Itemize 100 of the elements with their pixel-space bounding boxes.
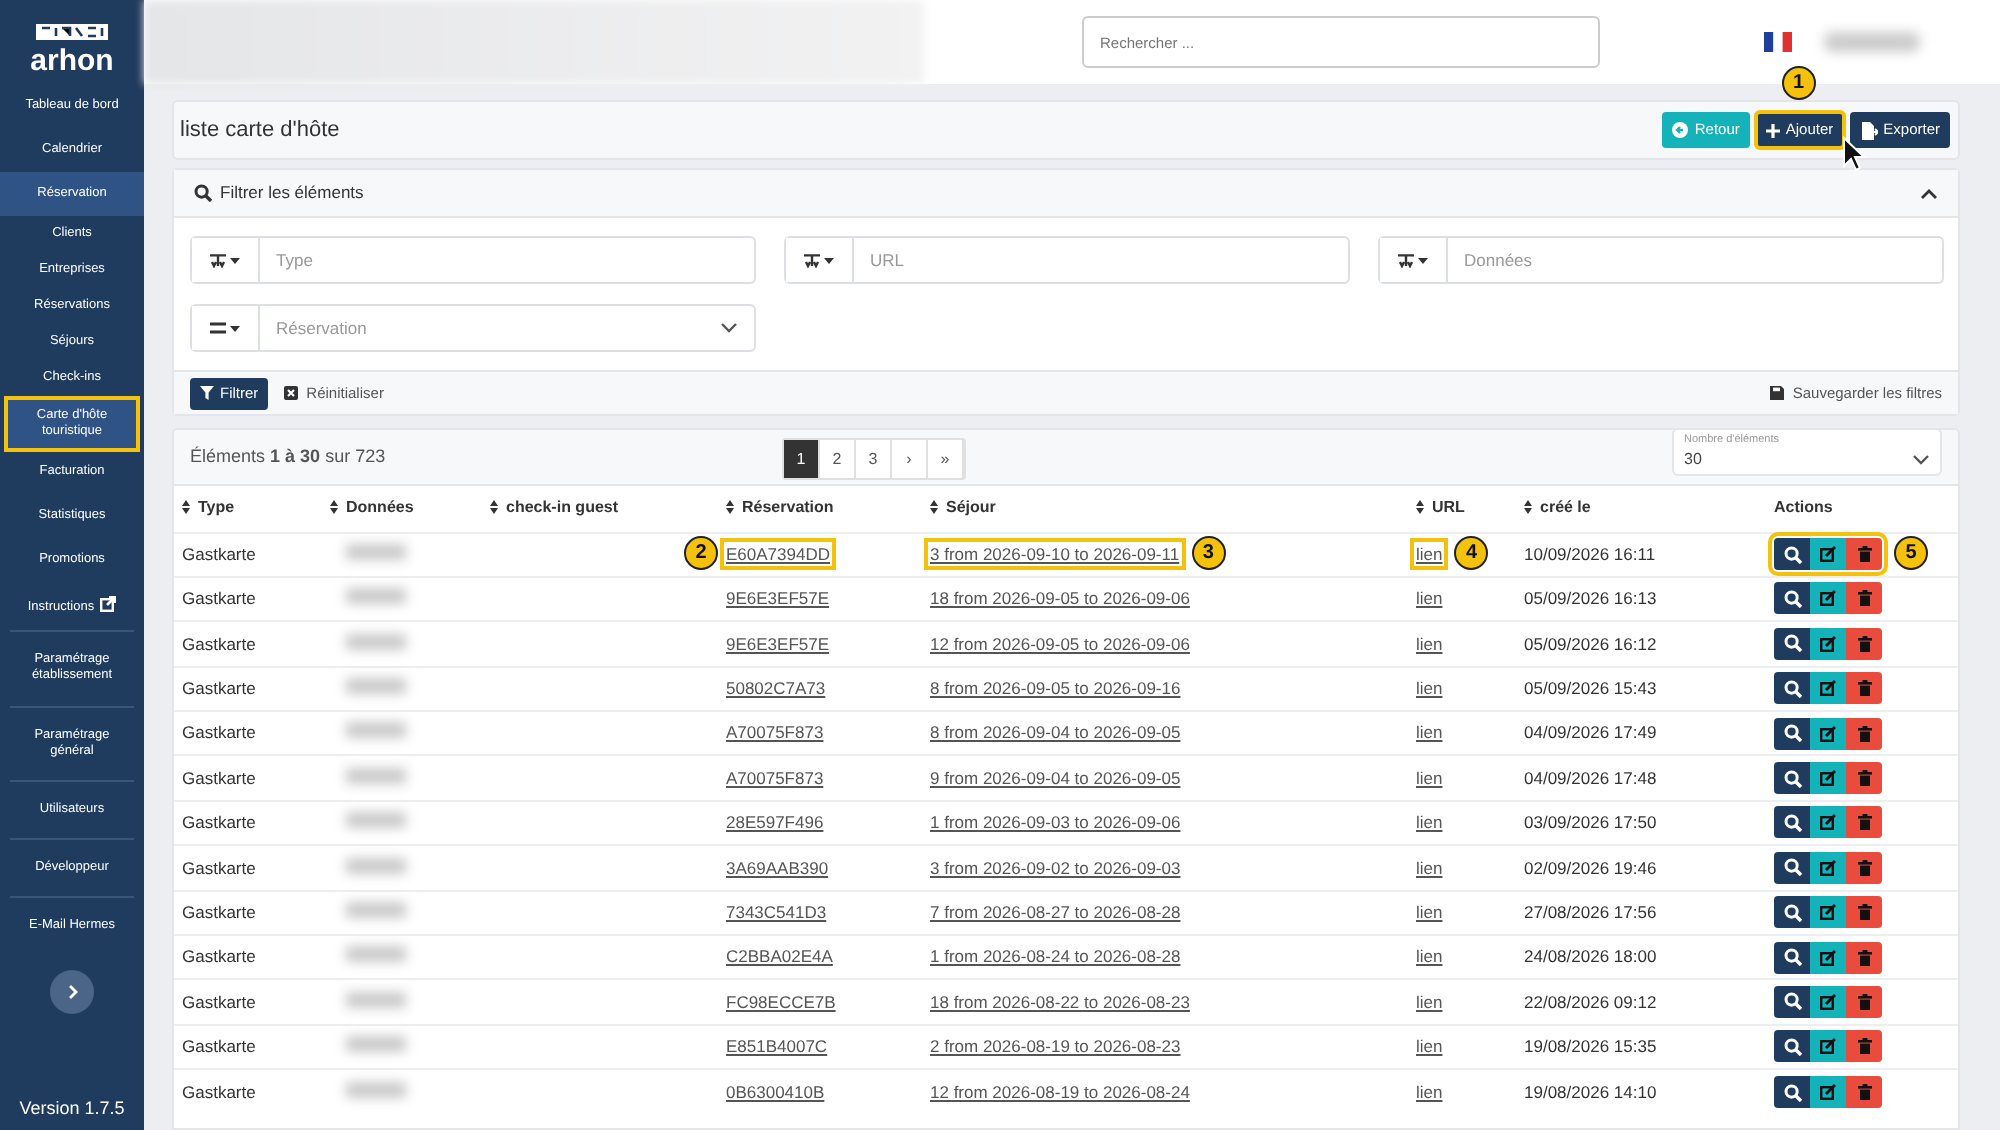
reservation-link[interactable]: 0B6300410B (726, 1081, 825, 1102)
reservation-link[interactable]: A70075F873 (726, 767, 824, 788)
operator-dropdown[interactable] (192, 238, 260, 282)
column-header[interactable]: URL (1416, 495, 1465, 519)
reservation-link[interactable]: FC98ECCE7B (726, 991, 836, 1012)
edit-button[interactable] (1810, 582, 1846, 615)
reservation-link[interactable]: A70075F873 (726, 722, 824, 743)
page-button[interactable]: 3 (856, 440, 892, 478)
reservation-link[interactable]: 28E597F496 (726, 812, 824, 833)
filter-field[interactable]: Données (1378, 236, 1944, 284)
view-button[interactable] (1774, 985, 1810, 1018)
reservation-link[interactable]: 3A69AAB390 (726, 857, 829, 878)
stay-link[interactable]: 12 from 2026-08-19 to 2026-08-24 (930, 1081, 1190, 1102)
filter-input-field[interactable]: Réservation (260, 306, 720, 350)
url-link[interactable]: lien (1416, 857, 1443, 878)
filter-input-field[interactable]: Données (1448, 238, 1942, 282)
delete-button[interactable] (1846, 941, 1882, 974)
url-link[interactable]: lien (1416, 946, 1443, 967)
url-link[interactable]: lien (1416, 633, 1443, 654)
stay-link[interactable]: 12 from 2026-09-05 to 2026-09-06 (930, 633, 1190, 654)
filter-field[interactable]: Type (190, 236, 756, 284)
column-header[interactable]: créé le (1524, 495, 1591, 519)
stay-link[interactable]: 3 from 2026-09-02 to 2026-09-03 (930, 857, 1181, 878)
stay-link[interactable]: 8 from 2026-09-05 to 2026-09-16 (930, 677, 1181, 698)
stay-link[interactable]: 3 from 2026-09-10 to 2026-09-11 (930, 543, 1180, 564)
view-button[interactable] (1774, 582, 1810, 615)
column-header[interactable]: Type (182, 495, 235, 519)
edit-button[interactable] (1810, 896, 1846, 929)
edit-button[interactable] (1810, 851, 1846, 884)
url-link[interactable]: lien (1416, 901, 1443, 922)
delete-button[interactable] (1846, 1030, 1882, 1063)
flag-icon[interactable] (1764, 32, 1792, 52)
delete-button[interactable] (1846, 582, 1882, 615)
delete-button[interactable] (1846, 851, 1882, 884)
operator-dropdown[interactable] (192, 306, 260, 350)
column-header[interactable]: check-in guest (490, 495, 619, 519)
reservation-link[interactable]: 50802C7A73 (726, 677, 826, 698)
edit-button[interactable] (1810, 941, 1846, 974)
filter-input-field[interactable]: URL (854, 238, 1348, 282)
view-button[interactable] (1774, 896, 1810, 929)
reservation-link[interactable]: E60A7394DD (726, 543, 830, 564)
delete-button[interactable] (1846, 672, 1882, 705)
view-button[interactable] (1774, 672, 1810, 705)
stay-link[interactable]: 8 from 2026-09-04 to 2026-09-05 (930, 722, 1181, 743)
view-button[interactable] (1774, 1030, 1810, 1063)
url-link[interactable]: lien (1416, 767, 1443, 788)
url-link[interactable]: lien (1416, 1081, 1443, 1102)
delete-button[interactable] (1846, 806, 1882, 839)
edit-button[interactable] (1810, 538, 1846, 571)
reservation-link[interactable]: E851B4007C (726, 1036, 828, 1057)
filter-field[interactable]: URL (784, 236, 1350, 284)
view-button[interactable] (1774, 1076, 1810, 1108)
url-link[interactable]: lien (1416, 543, 1443, 564)
stay-link[interactable]: 7 from 2026-08-27 to 2026-08-28 (930, 901, 1181, 922)
edit-button[interactable] (1810, 717, 1846, 750)
url-link[interactable]: lien (1416, 812, 1443, 833)
delete-button[interactable] (1846, 538, 1882, 571)
reservation-link[interactable]: 9E6E3EF57E (726, 588, 830, 609)
delete-button[interactable] (1846, 717, 1882, 750)
page-button[interactable]: 1 (784, 440, 820, 478)
url-link[interactable]: lien (1416, 991, 1443, 1012)
url-link[interactable]: lien (1416, 588, 1443, 609)
edit-button[interactable] (1810, 672, 1846, 705)
stay-link[interactable]: 2 from 2026-08-19 to 2026-08-23 (930, 1036, 1181, 1057)
reservation-link[interactable]: 9E6E3EF57E (726, 633, 830, 654)
page-button[interactable]: 2 (820, 440, 856, 478)
edit-button[interactable] (1810, 762, 1846, 795)
column-header[interactable]: Séjour (930, 495, 996, 519)
delete-button[interactable] (1846, 762, 1882, 795)
stay-link[interactable]: 18 from 2026-08-22 to 2026-08-23 (930, 991, 1190, 1012)
operator-dropdown[interactable] (1380, 238, 1448, 282)
edit-button[interactable] (1810, 1076, 1846, 1108)
edit-button[interactable] (1810, 985, 1846, 1018)
url-link[interactable]: lien (1416, 722, 1443, 743)
view-button[interactable] (1774, 762, 1810, 795)
operator-dropdown[interactable] (786, 238, 854, 282)
column-header[interactable]: Données (330, 495, 414, 519)
edit-button[interactable] (1810, 806, 1846, 839)
stay-link[interactable]: 9 from 2026-09-04 to 2026-09-05 (930, 767, 1181, 788)
edit-button[interactable] (1810, 627, 1846, 660)
stay-link[interactable]: 1 from 2026-08-24 to 2026-08-28 (930, 946, 1181, 967)
url-link[interactable]: lien (1416, 1036, 1443, 1057)
filter-field[interactable]: Réservation (190, 304, 756, 352)
filter-input-field[interactable]: Type (260, 238, 754, 282)
view-button[interactable] (1774, 851, 1810, 884)
page-button[interactable]: › (892, 440, 928, 478)
edit-button[interactable] (1810, 1030, 1846, 1063)
stay-link[interactable]: 18 from 2026-09-05 to 2026-09-06 (930, 588, 1190, 609)
view-button[interactable] (1774, 627, 1810, 660)
reservation-link[interactable]: 7343C541D3 (726, 901, 827, 922)
stay-link[interactable]: 1 from 2026-09-03 to 2026-09-06 (930, 812, 1181, 833)
view-button[interactable] (1774, 538, 1810, 571)
view-button[interactable] (1774, 806, 1810, 839)
url-link[interactable]: lien (1416, 677, 1443, 698)
delete-button[interactable] (1846, 627, 1882, 660)
page-button[interactable]: » (928, 440, 964, 478)
delete-button[interactable] (1846, 896, 1882, 929)
view-button[interactable] (1774, 717, 1810, 750)
view-button[interactable] (1774, 941, 1810, 974)
expand-sidebar-button[interactable] (50, 970, 94, 1015)
